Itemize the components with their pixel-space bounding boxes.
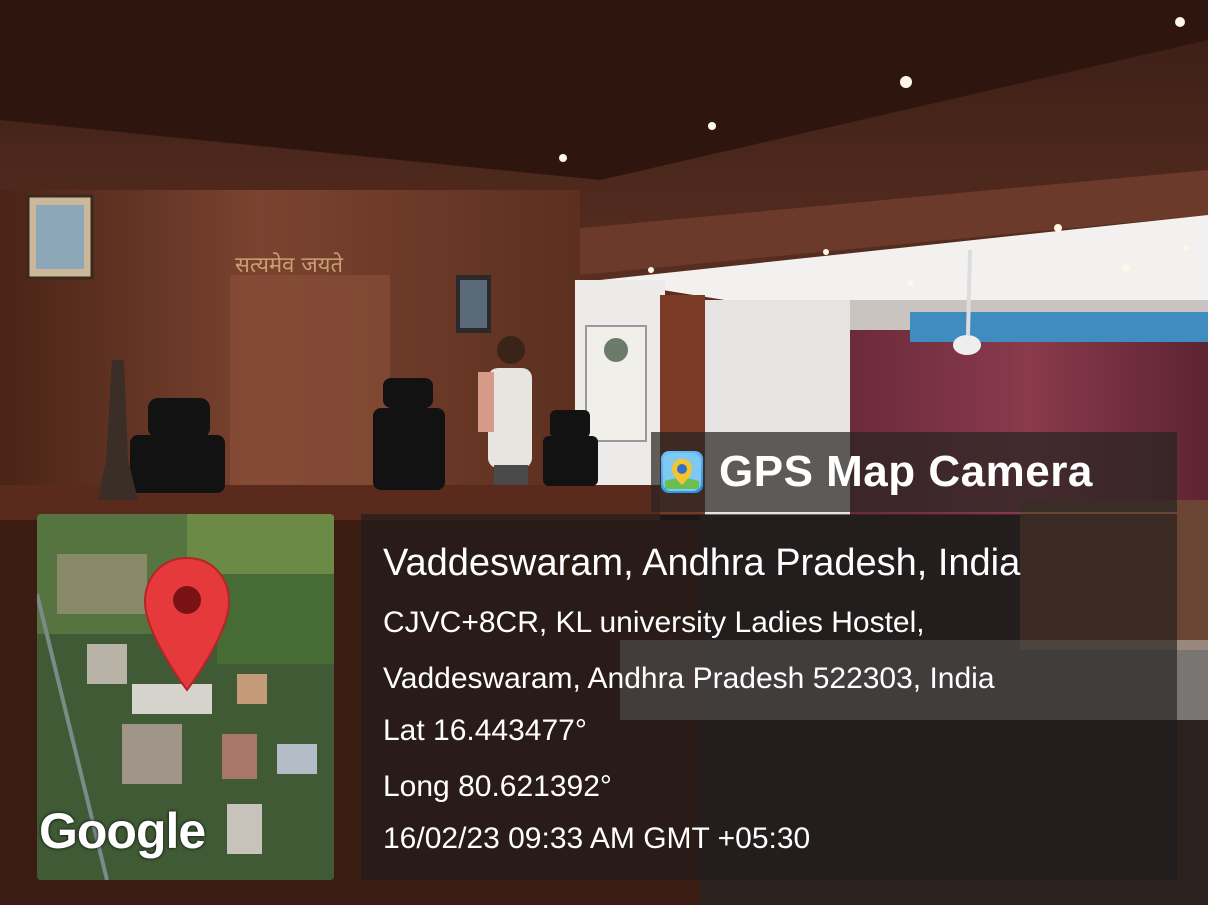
location-info-panel: Vaddeswaram, Andhra Pradesh, India CJVC+… — [361, 514, 1177, 880]
latitude: Lat 16.443477° — [383, 714, 587, 747]
location-title: Vaddeswaram, Andhra Pradesh, India — [383, 542, 1021, 584]
photo-scene: सत्यमेव जयते Google GPS Map Camera Vadde… — [0, 0, 1208, 905]
datetime: 16/02/23 09:33 AM GMT +05:30 — [383, 822, 811, 855]
google-logo: Google — [39, 803, 206, 859]
address-line-2: Vaddeswaram, Andhra Pradesh 522303, Indi… — [383, 662, 995, 695]
longitude: Long 80.621392° — [383, 770, 612, 803]
app-title: GPS Map Camera — [719, 447, 1093, 496]
address-line-1: CJVC+8CR, KL university Ladies Hostel, — [383, 606, 925, 639]
map-pin-icon — [143, 556, 231, 692]
gps-map-camera-icon — [661, 451, 703, 493]
gps-camera-header: GPS Map Camera — [651, 432, 1177, 512]
map-thumbnail: Google — [37, 514, 334, 880]
wall-inscription: सत्यमेव जयते — [235, 252, 343, 278]
